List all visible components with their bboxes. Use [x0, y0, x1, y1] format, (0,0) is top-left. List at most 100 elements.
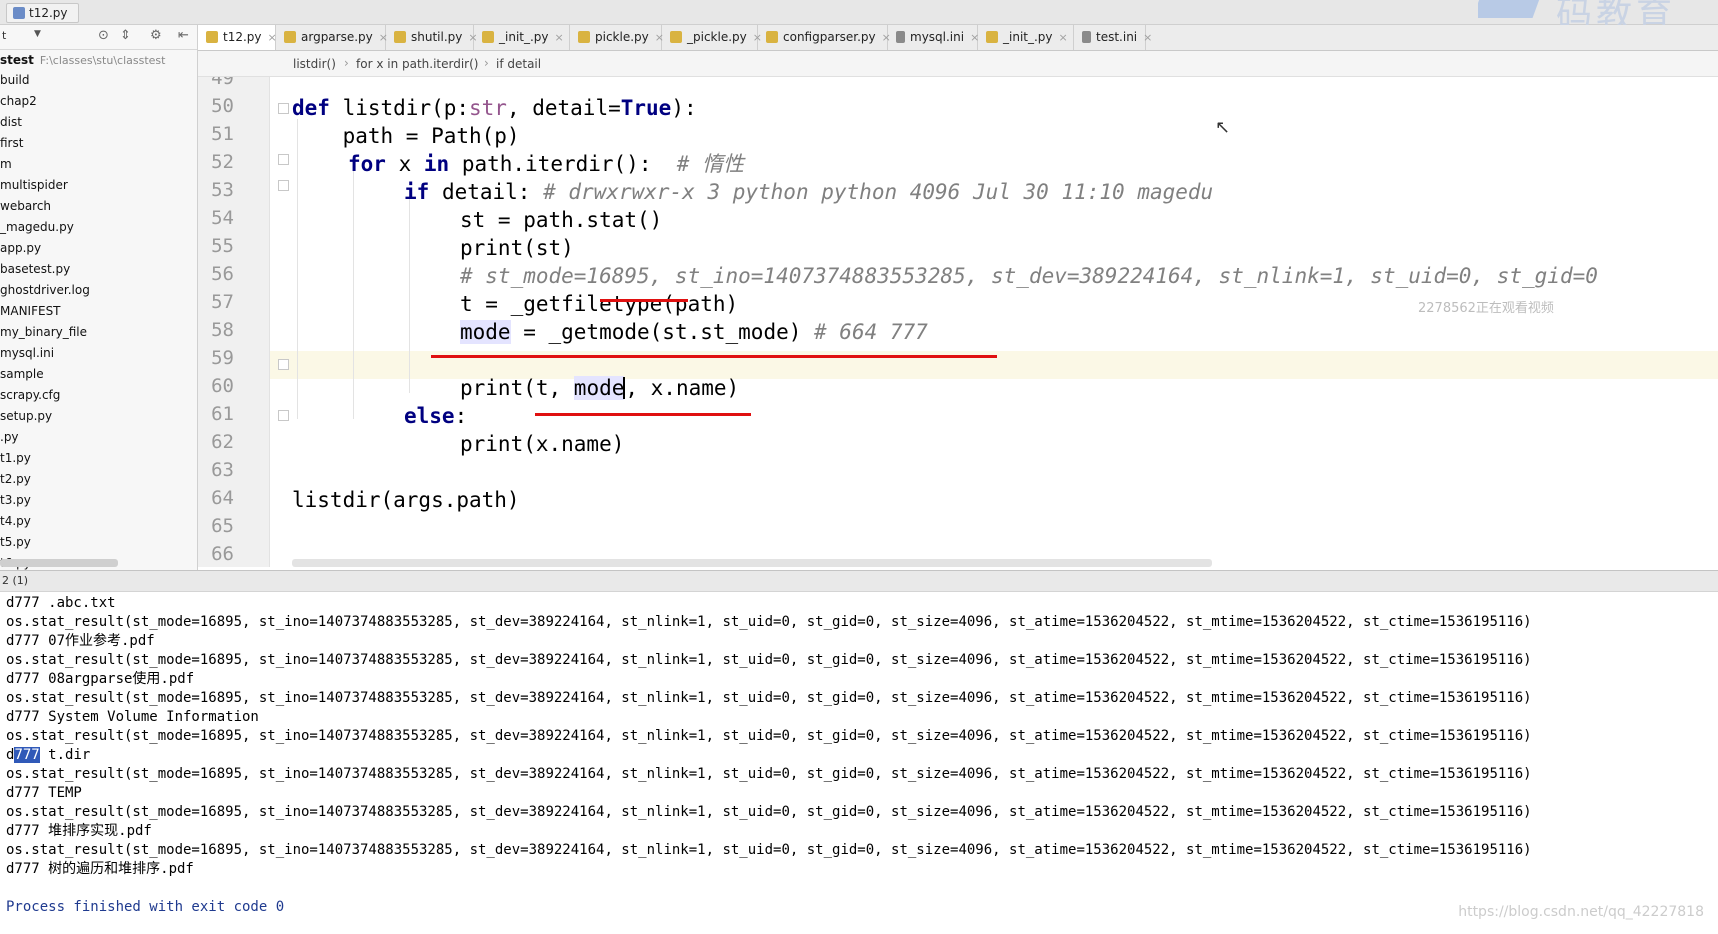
console-output-line: d777 TEMP [6, 785, 82, 801]
run-console[interactable]: d777 .abc.txt os.stat_result(st_mode=1689… [0, 592, 1718, 934]
sidebar-file-item[interactable]: multispider [0, 175, 197, 196]
editor-tab[interactable]: _init_.py × [474, 25, 570, 50]
console-output-line: d777 07作业参考.pdf [6, 633, 155, 649]
code-line-51: path = Path(p) [292, 124, 520, 148]
line-number: 54 [211, 207, 234, 229]
line-number: 58 [211, 319, 234, 341]
console-selection: 777 [14, 747, 40, 763]
sidebar-file-item[interactable]: MANIFEST [0, 301, 197, 322]
collapse-icon[interactable]: ⇕ [120, 28, 131, 43]
sidebar-file-item[interactable]: build [0, 70, 197, 91]
sidebar-file-item[interactable]: .py [0, 427, 197, 448]
sidebar-file-item[interactable]: scrapy.cfg [0, 385, 197, 406]
sidebar-file-item[interactable]: m [0, 154, 197, 175]
line-number: 64 [211, 487, 234, 509]
editor-tab[interactable]: _pickle.py × [662, 25, 762, 50]
sidebar-file-item[interactable]: t3.py [0, 490, 197, 511]
fold-marker-icon[interactable] [278, 154, 289, 165]
sidebar-file-item[interactable]: t4.py [0, 511, 197, 532]
close-tab-icon[interactable]: × [555, 31, 564, 44]
sidebar-file-item[interactable]: t2.py [0, 469, 197, 490]
line-number: 62 [211, 431, 234, 453]
ini-file-icon [896, 31, 905, 43]
breadcrumb-item-listdir[interactable]: listdir() [293, 57, 336, 71]
nav-bar-file-label: t12.py [29, 6, 68, 20]
indent-guide [353, 171, 354, 419]
sidebar-file-item[interactable]: first [0, 133, 197, 154]
python-file-icon [578, 31, 590, 43]
nav-bar-file[interactable]: t12.py [6, 3, 79, 23]
sidebar-file-item[interactable]: t1.py [0, 448, 197, 469]
console-output-line: os.stat_result(st_mode=16895, st_ino=140… [6, 614, 1532, 630]
editor-tab-label: pickle.py [595, 30, 649, 44]
line-number: 60 [211, 375, 234, 397]
editor-tab[interactable]: mysql.ini × [888, 25, 979, 50]
project-root[interactable]: stest F:\classes\stu\classtest [0, 50, 197, 70]
project-view-label: t [2, 29, 7, 42]
breadcrumb-item-if-detail[interactable]: if detail [496, 57, 541, 71]
breadcrumb-item-for-loop[interactable]: for x in path.iterdir() [356, 57, 478, 71]
editor-horizontal-scrollbar[interactable] [292, 559, 1212, 567]
console-text: t.dir [39, 747, 91, 763]
sidebar-file-item[interactable]: chap2 [0, 91, 197, 112]
editor-tab[interactable]: shutil.py × [386, 25, 478, 50]
close-tab-icon[interactable]: × [1059, 31, 1068, 44]
line-number: 51 [211, 123, 234, 145]
line-number: 52 [211, 151, 234, 173]
sidebar-file-item[interactable]: my_binary_file [0, 322, 197, 343]
viewer-count-overlay: 2278562正在观看视频 [1418, 301, 1554, 316]
annotation-underline-print-args [535, 413, 751, 416]
editor-tab-label: _init_.py [499, 30, 549, 44]
editor-tab[interactable]: test.ini × [1074, 25, 1152, 50]
console-output-line: d777 树的遍历和堆排序.pdf [6, 861, 194, 877]
video-watermark-logo: 码教育 [1478, 0, 1718, 25]
python-file-icon [766, 31, 778, 43]
sidebar-file-item[interactable]: ghostdriver.log [0, 280, 197, 301]
editor-tab[interactable]: t12.py × [198, 25, 277, 50]
editor-tab-label: argparse.py [301, 30, 373, 44]
sidebar-file-item[interactable]: basetest.py [0, 259, 197, 280]
line-number: 57 [211, 291, 234, 313]
project-root-name: stest [0, 53, 34, 67]
locate-icon[interactable]: ⊙ [98, 28, 109, 43]
code-line-52: for x in path.iterdir(): # 惰性 [348, 152, 745, 176]
fold-marker-icon[interactable] [278, 180, 289, 191]
editor-tab-label: test.ini [1096, 30, 1138, 44]
project-view-dropdown-icon[interactable]: ▼ [34, 29, 41, 39]
sidebar-file-item[interactable]: app.py [0, 238, 197, 259]
code-editor[interactable]: 49 50 51 52 53 54 55 56 57 58 59 60 61 62 63 64 65 66 def… [198, 77, 1718, 567]
console-output-line: d777 堆排序实现.pdf [6, 823, 152, 839]
fold-marker-icon[interactable] [278, 410, 289, 421]
sidebar-file-item[interactable]: setup.py [0, 406, 197, 427]
sidebar-horizontal-scrollbar[interactable] [0, 559, 118, 567]
hide-panel-icon[interactable]: ⇤ [178, 28, 189, 43]
editor-tab-label: _pickle.py [687, 30, 747, 44]
sidebar-file-item[interactable]: webarch [0, 196, 197, 217]
code-breadcrumb: listdir() › for x in path.iterdir() › if… [198, 51, 1718, 77]
sidebar-file-item[interactable]: dist [0, 112, 197, 133]
settings-gear-icon[interactable]: ⚙ [150, 28, 162, 43]
sidebar-file-item[interactable]: t5.py [0, 532, 197, 553]
ini-file-icon [1082, 31, 1091, 43]
editor-tab[interactable]: argparse.py × [276, 25, 388, 50]
line-number: 49 [211, 77, 234, 89]
code-line-57: t = _getfiletype(path) [460, 292, 739, 316]
close-tab-icon[interactable]: × [1143, 31, 1152, 44]
run-tab-label[interactable]: 2 (1) [2, 574, 28, 587]
sidebar-file-item[interactable]: _magedu.py [0, 217, 197, 238]
sidebar-file-item[interactable]: sample [0, 364, 197, 385]
line-number: 63 [211, 459, 234, 481]
mouse-pointer-icon: ↖ [1215, 117, 1231, 138]
editor-tab[interactable]: configparser.py × [758, 25, 891, 50]
sidebar-file-item[interactable]: mysql.ini [0, 343, 197, 364]
annotation-underline-mode-line [431, 355, 997, 358]
fold-marker-icon[interactable] [278, 359, 289, 370]
fold-marker-icon[interactable] [278, 103, 289, 114]
watermark-logo-text: 码教育 [1556, 0, 1677, 25]
console-output-line: os.stat_result(st_mode=16895, st_ino=140… [6, 804, 1532, 820]
code-line-54: st = path.stat() [460, 208, 663, 232]
editor-tab-label: t12.py [223, 30, 262, 44]
editor-tab[interactable]: pickle.py × [570, 25, 664, 50]
editor-tab[interactable]: _init_.py × [978, 25, 1074, 50]
code-line-64: listdir(args.path) [292, 488, 520, 512]
